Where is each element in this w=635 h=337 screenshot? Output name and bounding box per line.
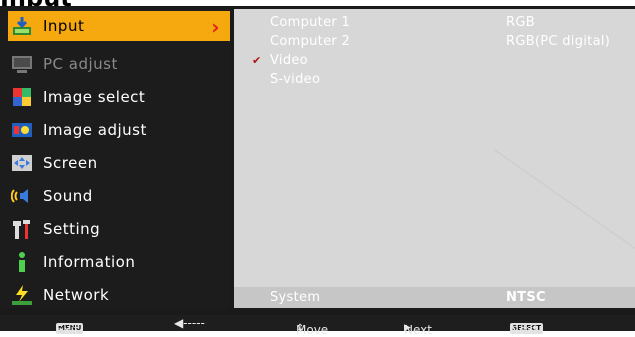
menu-item-label: PC adjust: [43, 55, 118, 73]
checkmark-icon: ✔: [252, 54, 262, 67]
input-options-panel: Computer 1 RGB Computer 2 RGB(PC digital…: [234, 9, 635, 322]
screen-icon: [11, 152, 33, 174]
menu-item-information[interactable]: Information: [8, 247, 226, 277]
menu-item-label: Image select: [43, 88, 146, 106]
osd-menu: Input › PC adjust Image select Image adj…: [0, 6, 635, 337]
menu-item-label: Input: [43, 17, 85, 35]
menu-item-label: Information: [43, 253, 136, 271]
option-computer-2[interactable]: Computer 2: [270, 34, 350, 49]
option-computer-2-value: RGB(PC digital): [506, 34, 611, 49]
menu-item-image-adjust[interactable]: Image adjust: [8, 115, 226, 145]
image-select-icon: [11, 86, 33, 108]
input-icon: [11, 15, 33, 37]
system-value: NTSC: [506, 290, 546, 305]
setting-icon: [11, 218, 33, 240]
pc-adjust-icon: [11, 53, 33, 75]
move-label: Move: [296, 323, 329, 337]
network-icon: [11, 284, 33, 306]
menu-item-network[interactable]: Network: [8, 280, 226, 310]
menu-item-image-select[interactable]: Image select: [8, 82, 226, 112]
menu-item-label: Sound: [43, 187, 93, 205]
chevron-right-icon: ›: [211, 15, 220, 39]
option-video[interactable]: Video: [270, 53, 308, 68]
menu-item-label: Setting: [43, 220, 101, 238]
option-computer-1-value: RGB: [506, 15, 535, 30]
back-hint: ◀-----: [174, 316, 205, 330]
option-s-video[interactable]: S-video: [270, 72, 320, 87]
menu-item-label: Network: [43, 286, 110, 304]
image-adjust-icon: [11, 119, 33, 141]
menu-item-label: Image adjust: [43, 121, 147, 139]
menu-item-pc-adjust[interactable]: PC adjust: [8, 49, 226, 79]
main-menu: Input › PC adjust Image select Image adj…: [0, 9, 230, 308]
select-next-label: Next: [510, 323, 538, 337]
menu-item-label: Screen: [43, 154, 98, 172]
option-computer-1[interactable]: Computer 1: [270, 15, 350, 30]
system-label: System: [270, 290, 321, 305]
menu-item-sound[interactable]: Sound: [8, 181, 226, 211]
next-label: Next: [404, 323, 432, 337]
key-guide: MENU Exit ◀----- ⇕ Move ▶ Next SELECT Next: [0, 315, 635, 337]
system-status-bar: System NTSC: [234, 287, 635, 308]
information-icon: [11, 251, 33, 273]
menu-item-screen[interactable]: Screen: [8, 148, 226, 178]
sound-icon: [10, 185, 33, 207]
menu-item-setting[interactable]: Setting: [8, 214, 226, 244]
exit-label: Exit: [56, 323, 79, 337]
menu-item-input[interactable]: Input ›: [8, 11, 230, 41]
